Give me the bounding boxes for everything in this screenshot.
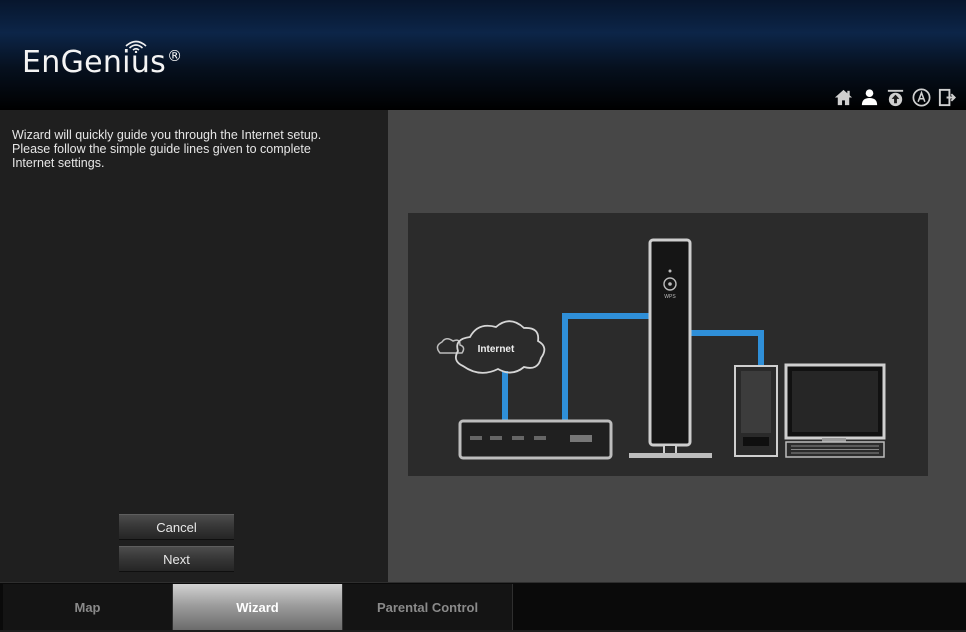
tab-parental-control[interactable]: Parental Control bbox=[343, 584, 513, 630]
wizard-intro-text: Wizard will quickly guide you through th… bbox=[12, 128, 380, 170]
network-cables bbox=[502, 313, 764, 421]
tab-wizard[interactable]: Wizard bbox=[173, 584, 343, 630]
language-icon[interactable] bbox=[911, 87, 932, 108]
tab-map[interactable]: Map bbox=[3, 584, 173, 630]
intro-line-2: Please follow the simple guide lines giv… bbox=[12, 142, 311, 156]
header: EnGenius® bbox=[0, 0, 966, 110]
trademark-symbol: ® bbox=[167, 47, 183, 65]
router-icon: WPS bbox=[629, 238, 712, 458]
logout-icon[interactable] bbox=[937, 87, 958, 108]
next-button[interactable]: Next bbox=[119, 546, 234, 572]
desktop-tower-icon bbox=[734, 365, 778, 457]
brand-logo: EnGenius® bbox=[22, 48, 182, 78]
upload-icon[interactable] bbox=[885, 87, 906, 108]
cancel-button[interactable]: Cancel bbox=[119, 514, 234, 540]
wizard-side-panel: Wizard will quickly guide you through th… bbox=[0, 110, 388, 582]
network-diagram-graphic: Internet WPS bbox=[436, 238, 886, 460]
wifi-icon bbox=[125, 40, 147, 53]
monitor-icon bbox=[784, 363, 886, 458]
user-icon[interactable] bbox=[859, 87, 880, 108]
internet-cloud-label: Internet bbox=[478, 344, 515, 355]
bottom-tab-bar: Map Wizard Parental Control bbox=[0, 582, 966, 630]
intro-line-3: Internet settings. bbox=[12, 156, 105, 170]
home-icon[interactable] bbox=[833, 87, 854, 108]
wizard-illustration-panel: Internet WPS bbox=[388, 110, 966, 582]
toolbar-icons bbox=[833, 86, 958, 108]
network-diagram: Internet WPS bbox=[408, 213, 928, 476]
intro-line-1: Wizard will quickly guide you through th… bbox=[12, 128, 322, 142]
wps-label: WPS bbox=[664, 294, 676, 300]
modem-icon bbox=[458, 419, 613, 460]
